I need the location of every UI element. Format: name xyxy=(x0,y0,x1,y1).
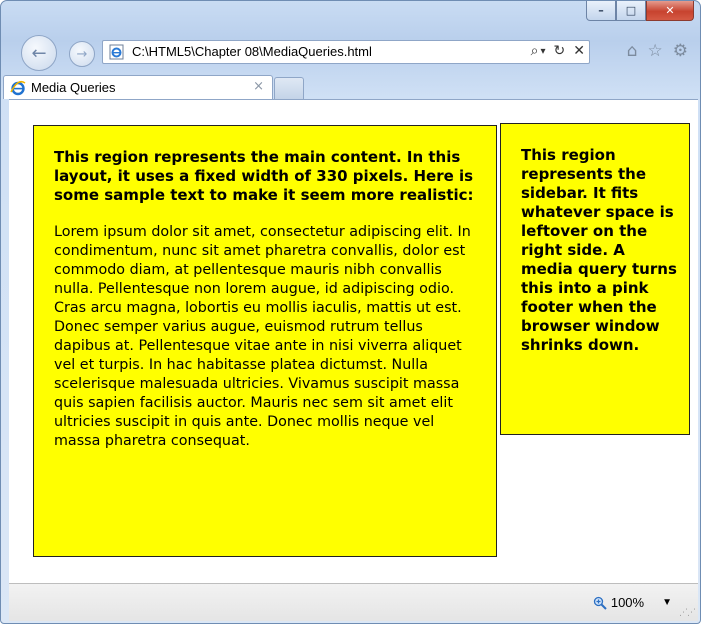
zoom-magnifier-icon xyxy=(593,596,607,610)
navigation-bar: ← → C:\HTML5\Chapter 08\MediaQueries.htm… xyxy=(1,29,700,71)
forward-arrow-icon: → xyxy=(76,46,88,62)
main-body-text: Lorem ipsum dolor sit amet, consectetur … xyxy=(54,224,471,449)
search-icon[interactable]: ⌕ xyxy=(531,43,539,59)
tab-strip: Media Queries × xyxy=(1,73,700,99)
sidebar-text: This region represents the sidebar. It f… xyxy=(521,146,677,354)
address-bar[interactable]: C:\HTML5\Chapter 08\MediaQueries.html ⌕ … xyxy=(102,40,590,64)
sidebar-region: This region represents the sidebar. It f… xyxy=(500,123,690,435)
search-dropdown-icon[interactable]: ▾ xyxy=(541,46,546,57)
forward-button[interactable]: → xyxy=(69,41,95,67)
zoom-dropdown-icon[interactable]: ▼ xyxy=(662,597,672,608)
address-url[interactable]: C:\HTML5\Chapter 08\MediaQueries.html xyxy=(132,44,372,59)
address-controls: ⌕ ▾ ↻ ✕ xyxy=(531,43,585,59)
tab-media-queries[interactable]: Media Queries × xyxy=(3,75,273,99)
zoom-level: 100% xyxy=(610,595,645,610)
tab-title: Media Queries xyxy=(31,80,116,95)
ie-page-icon xyxy=(109,44,124,60)
gear-icon[interactable]: ⚙ xyxy=(673,41,688,61)
minimize-button[interactable]: – xyxy=(586,1,616,21)
main-content-region: This region represents the main content.… xyxy=(33,125,497,557)
tab-close-button[interactable]: × xyxy=(253,79,264,94)
refresh-icon[interactable]: ↻ xyxy=(554,43,566,59)
ie-logo-icon xyxy=(10,80,26,96)
close-window-button[interactable]: ✕ xyxy=(646,1,694,21)
stop-icon[interactable]: ✕ xyxy=(573,43,585,59)
caption-buttons: – □ ✕ xyxy=(586,1,694,21)
home-icon[interactable]: ⌂ xyxy=(627,41,638,61)
new-tab-button[interactable] xyxy=(274,77,304,99)
browser-window: – □ ✕ ← → C:\HTML5\Chapter 08\MediaQueri… xyxy=(0,0,701,624)
page-viewport: This region represents the main content.… xyxy=(9,99,698,583)
maximize-button[interactable]: □ xyxy=(616,1,646,21)
back-button[interactable]: ← xyxy=(21,35,57,71)
main-heading: This region represents the main content.… xyxy=(54,148,474,204)
status-bar: 100% ▼ ⋰⋰ xyxy=(9,583,698,621)
browser-toolbar-icons: ⌂ ☆ ⚙ xyxy=(627,41,688,61)
favorites-star-icon[interactable]: ☆ xyxy=(648,41,663,61)
resize-grip-icon[interactable]: ⋰⋰ xyxy=(679,608,696,618)
back-arrow-icon: ← xyxy=(31,42,47,64)
zoom-control[interactable]: 100% ▼ xyxy=(593,595,672,610)
